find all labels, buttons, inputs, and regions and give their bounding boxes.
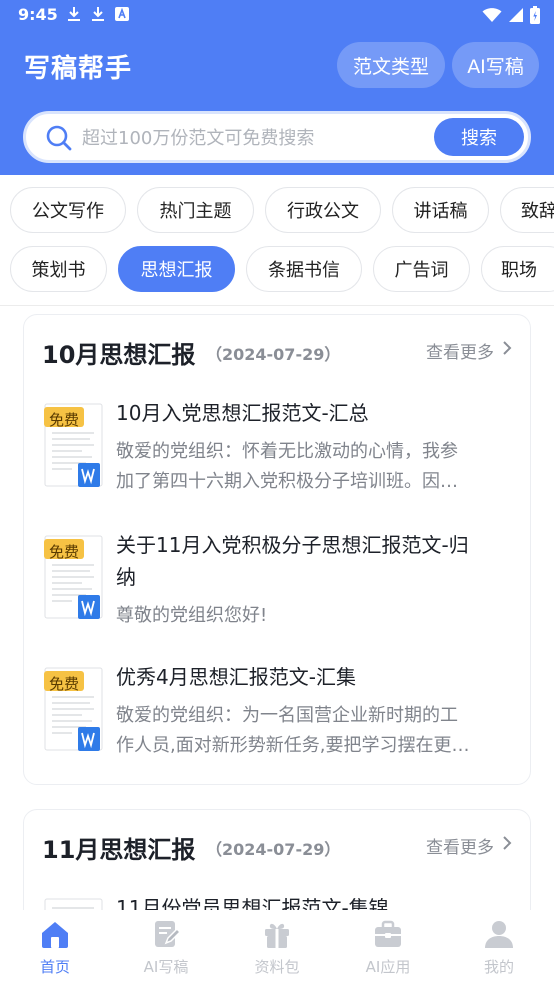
status-time: 9:45 <box>18 5 58 24</box>
category-chip-active[interactable]: 思想汇报 <box>118 246 235 292</box>
category-chip[interactable]: 致辞 <box>500 187 554 233</box>
article-title-line: 纳 <box>116 565 136 589</box>
tab-label: AI写稿 <box>143 958 189 976</box>
document-thumbnail: 免费 <box>44 403 104 489</box>
search-icon <box>45 124 73 152</box>
document-thumbnail: 免费 <box>44 535 104 621</box>
article-summary-line: 作人员,面对新形势新任务,要把学习摆在更… <box>116 735 470 756</box>
app-header: 9:45 写稿帮手 范文类型 AI写稿 超过100万份范文可免费搜索 搜索 <box>0 0 554 175</box>
search-button[interactable]: 搜索 <box>434 118 524 156</box>
tab-label: 我的 <box>483 958 514 976</box>
briefcase-icon <box>372 918 404 950</box>
free-badge: 免费 <box>49 411 80 429</box>
section-date: （2024-07-29） <box>206 840 341 859</box>
battery-icon <box>530 6 540 28</box>
tab-profile[interactable]: 我的 <box>454 918 544 982</box>
article-item[interactable]: 免费 10月入党思想汇报范文-汇总 敬爱的党组织：怀着无比激动的心情，我参 加了… <box>44 397 514 497</box>
section-title: 10月思想汇报 <box>42 341 196 369</box>
view-more-label: 查看更多 <box>426 838 494 858</box>
ai-writing-button[interactable]: AI写稿 <box>452 42 539 88</box>
article-feed[interactable]: 10月思想汇报 （2024-07-29） 查看更多 免费 10月入党思想汇报范文… <box>0 306 554 910</box>
tab-home[interactable]: 首页 <box>10 918 100 982</box>
article-title-line: 关于11月入党积极分子思想汇报范文-归 <box>116 533 469 557</box>
tab-label: 资料包 <box>254 958 300 976</box>
category-row-2: 策划书 思想汇报 条据书信 广告词 职场 <box>0 246 554 294</box>
view-more-link[interactable]: 查看更多 <box>426 833 512 858</box>
category-chip[interactable]: 公文写作 <box>10 187 126 233</box>
article-summary-line: 加了第四十六期入党积极分子培训班。因… <box>116 471 458 492</box>
article-summary-line: 敬爱的党组织：怀着无比激动的心情，我参 <box>116 441 458 462</box>
section-card: 10月思想汇报 （2024-07-29） 查看更多 免费 10月入党思想汇报范文… <box>23 314 531 785</box>
section-card: 11月思想汇报 （2024-07-29） 查看更多 11月份党员思想汇报范文-集… <box>23 809 531 910</box>
screen: 9:45 写稿帮手 范文类型 AI写稿 超过100万份范文可免费搜索 搜索 公文… <box>0 0 554 984</box>
category-chip[interactable]: 广告词 <box>373 246 470 292</box>
wifi-icon <box>482 7 502 27</box>
search-bar: 搜索 <box>23 111 531 163</box>
article-item[interactable]: 免费 优秀4月思想汇报范文-汇集 敬爱的党组织：为一名国营企业新时期的工 作人员… <box>44 661 514 761</box>
category-row-1: 公文写作 热门主题 行政公文 讲话稿 致辞 <box>0 187 554 235</box>
view-more-link[interactable]: 查看更多 <box>426 338 512 363</box>
article-summary-line: 尊敬的党组织您好! <box>116 605 268 626</box>
tab-label: 首页 <box>39 958 70 976</box>
search-input[interactable] <box>82 126 422 150</box>
section-title: 11月思想汇报 <box>42 836 196 864</box>
bottom-tab-bar: 首页 AI写稿 资料包 AI应用 我的 <box>0 910 554 984</box>
chevron-right-icon <box>502 340 512 361</box>
font-app-icon <box>114 6 130 22</box>
free-badge: 免费 <box>49 675 80 693</box>
status-system-icons <box>482 6 540 28</box>
free-badge: 免费 <box>49 543 80 561</box>
tab-materials[interactable]: 资料包 <box>232 918 322 982</box>
article-title: 10月入党思想汇报范文-汇总 <box>116 401 369 425</box>
article-type-button[interactable]: 范文类型 <box>337 42 445 88</box>
article-summary-line: 敬爱的党组织：为一名国营企业新时期的工 <box>116 705 458 726</box>
article-item[interactable]: 免费 关于11月入党积极分子思想汇报范文-归 纳 尊敬的党组织您好! <box>44 529 514 629</box>
status-bar: 9:45 <box>0 0 554 30</box>
article-title: 优秀4月思想汇报范文-汇集 <box>116 665 356 689</box>
signal-icon <box>508 7 524 27</box>
home-icon <box>39 918 71 950</box>
chevron-right-icon <box>502 835 512 856</box>
view-more-label: 查看更多 <box>426 343 494 363</box>
document-thumbnail <box>44 898 104 910</box>
status-notifications <box>66 6 130 22</box>
edit-doc-icon <box>150 918 182 950</box>
download-icon <box>90 6 106 22</box>
article-item[interactable]: 11月份党员思想汇报范文-集锦 <box>44 892 514 910</box>
section-date: （2024-07-29） <box>206 345 341 364</box>
category-chip[interactable]: 职场 <box>481 246 554 292</box>
gift-icon <box>261 918 293 950</box>
tab-ai-writing[interactable]: AI写稿 <box>121 918 211 982</box>
category-chip[interactable]: 热门主题 <box>137 187 254 233</box>
app-title: 写稿帮手 <box>24 54 133 84</box>
tab-ai-apps[interactable]: AI应用 <box>343 918 433 982</box>
tab-label: AI应用 <box>365 958 411 976</box>
category-chip[interactable]: 行政公文 <box>265 187 381 233</box>
category-chip[interactable]: 策划书 <box>10 246 107 292</box>
user-icon <box>483 918 515 950</box>
article-title: 11月份党员思想汇报范文-集锦 <box>116 896 389 910</box>
document-thumbnail: 免费 <box>44 667 104 753</box>
category-chip[interactable]: 讲话稿 <box>392 187 489 233</box>
category-chip[interactable]: 条据书信 <box>246 246 362 292</box>
download-icon <box>66 6 82 22</box>
